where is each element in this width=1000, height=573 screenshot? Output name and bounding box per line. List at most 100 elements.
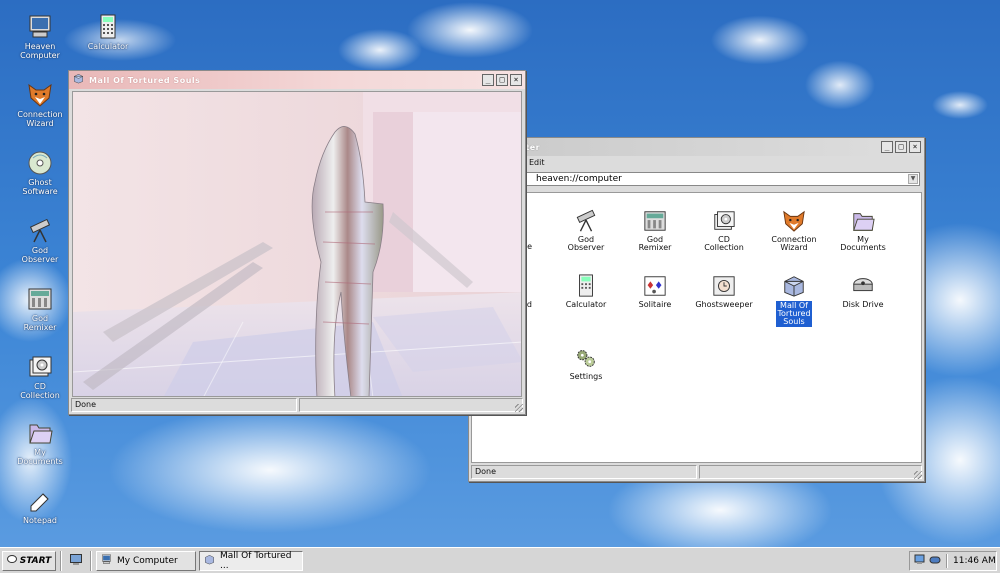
file-disk-drive[interactable]: Disk Drive: [833, 274, 893, 309]
task-button-mall-of-tortured-souls[interactable]: Mall Of Tortured ...: [199, 550, 303, 571]
file-label: God Observer: [567, 235, 605, 252]
mall-icon: [204, 554, 215, 568]
desktop-icon-god-remixer[interactable]: God Remixer: [10, 286, 70, 332]
explorer-titlebar[interactable]: puter _ □ ×: [469, 138, 924, 156]
window-title: Mall Of Tortured Souls: [89, 75, 201, 85]
maximize-button[interactable]: □: [496, 74, 508, 86]
telescope-icon: [574, 209, 598, 233]
resize-grip[interactable]: [914, 471, 922, 479]
close-button[interactable]: ×: [510, 74, 522, 86]
start-button[interactable]: START: [2, 550, 56, 571]
file-calculator[interactable]: Calculator: [556, 274, 616, 309]
file-label: Settings: [569, 372, 603, 381]
maximize-button[interactable]: □: [895, 141, 907, 153]
ghost-cd-icon: [27, 150, 53, 176]
desktop-icon-god-observer[interactable]: God Observer: [10, 218, 70, 264]
chevron-down-icon[interactable]: ▼: [908, 174, 918, 184]
file-cd-collection[interactable]: CD Collection: [694, 209, 754, 252]
desktop-icon-label: Calculator: [87, 42, 129, 51]
folder-icon: [851, 209, 875, 233]
file-label: Solitaire: [638, 300, 672, 309]
tray-separator: [946, 554, 948, 568]
explorer-window[interactable]: puter _ □ × Edit heaven://computer ▼ e d…: [468, 137, 925, 482]
file-label: Calculator: [565, 300, 607, 309]
viewer-titlebar[interactable]: Mall Of Tortured Souls _ □ ×: [69, 71, 525, 89]
task-label: Mall Of Tortured ...: [220, 550, 292, 571]
address-text: heaven://computer: [536, 174, 622, 184]
3d-scene-viewport[interactable]: [72, 91, 522, 397]
menu-edit[interactable]: Edit: [529, 158, 545, 167]
status-cell-secondary: [699, 465, 922, 479]
task-button-my-computer[interactable]: My Computer: [96, 550, 196, 571]
file-ghostsweeper[interactable]: Ghostsweeper: [694, 274, 754, 309]
fox-icon: [782, 209, 806, 233]
calculator-icon: [95, 14, 121, 40]
disk-drive-icon: [851, 274, 875, 298]
start-label: START: [19, 555, 52, 566]
file-label: CD Collection: [704, 235, 744, 252]
address-bar[interactable]: heaven://computer ▼: [473, 172, 920, 186]
remixer-icon: [643, 209, 667, 233]
folder-icon: [27, 420, 53, 446]
desktop-icon-label: Ghost Software: [22, 178, 58, 196]
desktop-icon-label: CD Collection: [20, 382, 60, 400]
file-my-documents[interactable]: My Documents: [833, 209, 893, 252]
desktop-icon-label: Connection Wizard: [17, 110, 63, 128]
file-label: Ghostsweeper: [695, 300, 753, 309]
viewer-window[interactable]: Mall Of Tortured Souls _ □ × Done: [68, 70, 526, 415]
file-solitaire[interactable]: Solitaire: [625, 274, 685, 309]
desktop-icon: [70, 553, 82, 568]
file-label: Disk Drive: [842, 300, 884, 309]
desktop-icon-label: Heaven Computer: [20, 42, 60, 60]
clock: 11:46 AM: [953, 556, 996, 566]
desktop-icon-label: God Remixer: [23, 314, 57, 332]
close-button[interactable]: ×: [909, 141, 921, 153]
desktop-icon-connection-wizard[interactable]: Connection Wizard: [10, 82, 70, 128]
scene-render: [73, 92, 521, 396]
taskbar: START My Computer Mall Of Tortured ... 1…: [0, 547, 1000, 573]
gears-icon: [574, 346, 598, 370]
menubar: Edit: [469, 156, 924, 170]
file-view: e d God Observer God Remixer CD Collecti…: [471, 192, 922, 463]
file-label: Mall Of Tortured Souls: [776, 301, 812, 327]
file-god-observer[interactable]: God Observer: [556, 209, 616, 252]
computer-icon: [27, 14, 53, 40]
status-text: Done: [471, 465, 697, 479]
file-god-remixer[interactable]: God Remixer: [625, 209, 685, 252]
file-connection-wizard[interactable]: Connection Wizard: [764, 209, 824, 252]
remixer-icon: [27, 286, 53, 312]
cd-collection-icon: [27, 354, 53, 380]
calculator-icon: [574, 274, 598, 298]
desktop-icon-label: God Observer: [21, 246, 59, 264]
desktop-icon-cd-collection[interactable]: CD Collection: [10, 354, 70, 400]
network-icon[interactable]: [914, 554, 925, 568]
desktop-icon-heaven-computer[interactable]: Heaven Computer: [10, 14, 70, 60]
file-label: My Documents: [840, 235, 886, 252]
telescope-icon: [27, 218, 53, 244]
cd-collection-icon: [712, 209, 736, 233]
mall-icon: [782, 274, 806, 298]
desktop-icon-label: Notepad: [23, 516, 57, 525]
file-settings[interactable]: Settings: [556, 346, 616, 381]
gamepad-icon[interactable]: [929, 554, 941, 568]
desktop-icon-calculator[interactable]: Calculator: [78, 14, 138, 51]
status-cell-secondary: [299, 398, 523, 412]
mall-icon: [73, 73, 84, 87]
status-bar: Done: [471, 465, 922, 479]
desktop-icon-notepad[interactable]: Notepad: [10, 488, 70, 525]
desktop-icon-ghost-software[interactable]: Ghost Software: [10, 150, 70, 196]
desktop-icon-my-documents[interactable]: My Documents: [10, 420, 70, 466]
resize-grip[interactable]: [515, 404, 523, 412]
computer-icon: [101, 554, 112, 568]
status-text: Done: [71, 398, 297, 412]
desktop-icon-label: My Documents: [17, 448, 63, 466]
file-label: God Remixer: [638, 235, 672, 252]
file-mall-of-tortured-souls[interactable]: Mall Of Tortured Souls: [764, 274, 824, 327]
taskbar-separator: [60, 550, 62, 571]
show-desktop-button[interactable]: [66, 551, 86, 571]
minimize-button[interactable]: _: [881, 141, 893, 153]
cards-icon: [643, 274, 667, 298]
minimize-button[interactable]: _: [482, 74, 494, 86]
file-label: Connection Wizard: [771, 235, 817, 252]
start-logo-icon: [6, 554, 17, 567]
